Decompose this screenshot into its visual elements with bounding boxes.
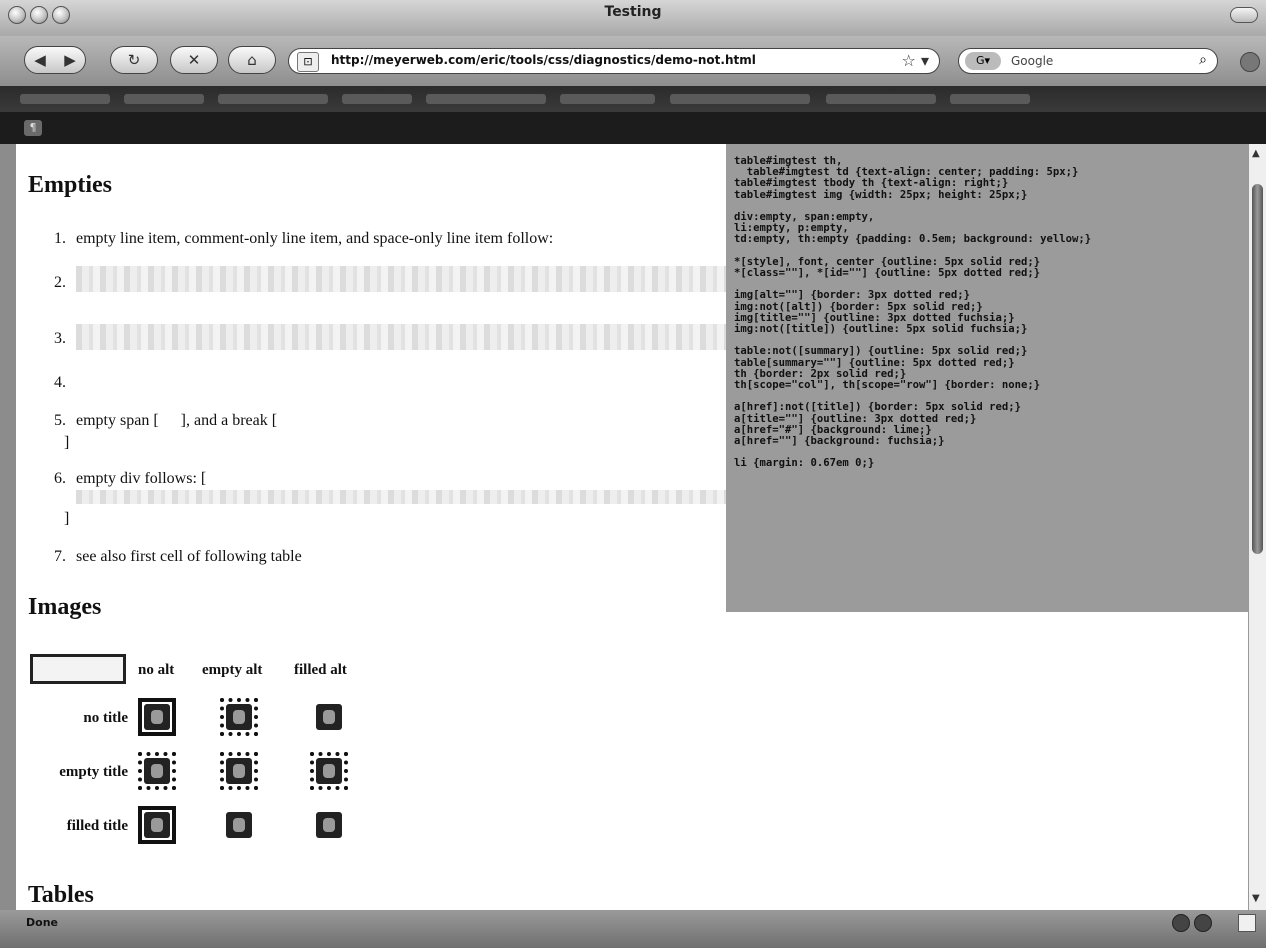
bookmark-item[interactable]	[124, 94, 204, 104]
empty-corner-cell	[30, 654, 126, 684]
image-icon	[144, 758, 170, 784]
list-number: 3.	[54, 330, 66, 347]
address-bar[interactable]: ⊡ http://meyerweb.com/eric/tools/css/dia…	[288, 48, 940, 74]
back-forward-group: ◀ ▶	[24, 46, 86, 74]
image-icon	[316, 704, 342, 730]
image-cell	[220, 698, 258, 736]
image-cell	[220, 806, 258, 844]
column-header: empty alt	[202, 662, 263, 678]
image-icon	[144, 704, 170, 730]
heading-empties: Empties	[28, 172, 112, 198]
css-source-code: table#imgtest th, table#imgtest td {text…	[734, 155, 1092, 470]
search-box[interactable]: G▾ Google ⌕	[958, 48, 1218, 74]
search-engine-icon[interactable]: G▾	[965, 52, 1001, 70]
addon-icon[interactable]	[1172, 914, 1190, 932]
list-text: empty span [ ], and a break [	[76, 412, 277, 430]
stop-icon: ✕	[187, 51, 201, 69]
scroll-thumb[interactable]	[1252, 184, 1263, 554]
image-cell	[310, 698, 348, 736]
status-bar: Done	[0, 910, 1266, 948]
image-cell	[138, 752, 176, 790]
navigation-toolbar: ◀ ▶ ↻ ✕ ⌂ ⊡ http://meyerweb.com/eric/too…	[0, 36, 1266, 86]
list-number: 4.	[54, 374, 66, 391]
list-number: 2.	[54, 274, 66, 291]
image-cell	[310, 806, 348, 844]
image-cell	[220, 752, 258, 790]
resize-grip[interactable]	[1238, 914, 1256, 932]
status-text: Done	[26, 916, 58, 929]
bookmark-item[interactable]	[670, 94, 810, 104]
bookmark-item[interactable]	[826, 94, 936, 104]
list-text: empty div follows: [	[76, 470, 207, 487]
bookmarks-bar	[0, 86, 1266, 112]
search-icon[interactable]: ⌕	[1199, 52, 1207, 68]
bookmark-item[interactable]	[950, 94, 1030, 104]
window-title: Testing	[604, 4, 662, 20]
empty-div	[76, 490, 726, 504]
bookmark-item[interactable]	[20, 94, 110, 104]
row-header: empty title	[59, 764, 128, 780]
empty-span-label: empty span [	[76, 412, 159, 429]
vertical-scrollbar[interactable]: ▲ ▼	[1248, 144, 1266, 910]
url-input[interactable]: http://meyerweb.com/eric/tools/css/diagn…	[331, 53, 756, 67]
column-header: no alt	[138, 662, 175, 678]
reload-button[interactable]: ↻	[110, 46, 158, 74]
bookmark-item[interactable]	[426, 94, 546, 104]
image-cell	[138, 806, 176, 844]
heading-tables: Tables	[28, 882, 94, 908]
empty-item-highlight	[76, 266, 726, 292]
activity-icon	[1240, 52, 1260, 72]
css-source-panel: table#imgtest th, table#imgtest td {text…	[726, 144, 1248, 612]
scroll-up-icon[interactable]: ▲	[1252, 148, 1260, 159]
home-button[interactable]: ⌂	[228, 46, 276, 74]
list-number: 6.	[54, 470, 66, 487]
scroll-down-icon[interactable]: ▼	[1252, 893, 1260, 904]
back-icon[interactable]: ◀	[25, 51, 55, 69]
search-input[interactable]: Google	[1011, 54, 1053, 68]
list-number: 5.	[54, 412, 66, 429]
image-icon	[226, 704, 252, 730]
image-cell	[310, 752, 348, 790]
bookmark-item[interactable]	[560, 94, 655, 104]
image-icon	[226, 758, 252, 784]
forward-icon[interactable]: ▶	[55, 51, 85, 69]
bookmark-star-icon[interactable]: ☆ ▾	[902, 51, 929, 70]
list-text: see also first cell of following table	[76, 548, 302, 565]
list-text: empty line item, comment-only line item,…	[76, 230, 554, 247]
column-header: filled alt	[294, 662, 347, 678]
site-favicon-icon[interactable]: ⊡	[297, 52, 319, 72]
image-icon	[316, 812, 342, 838]
developer-toolbar: ¶	[0, 112, 1266, 144]
break-label: ], and a break [	[180, 412, 278, 429]
bracket-close: ]	[64, 510, 70, 527]
image-icon	[316, 758, 342, 784]
reload-icon: ↻	[127, 51, 141, 69]
stop-button[interactable]: ✕	[170, 46, 218, 74]
bracket-close: ]	[64, 434, 70, 451]
bookmark-item[interactable]	[218, 94, 328, 104]
title-bar: Testing	[0, 0, 1266, 36]
image-icon	[144, 812, 170, 838]
bookmark-item[interactable]	[342, 94, 412, 104]
page-content: Empties 1. empty line item, comment-only…	[16, 144, 1248, 910]
list-number: 1.	[54, 230, 66, 247]
row-header: filled title	[66, 818, 128, 834]
heading-images: Images	[28, 594, 102, 620]
home-icon: ⌂	[247, 51, 257, 69]
security-icon[interactable]	[1194, 914, 1212, 932]
list-number: 7.	[54, 548, 66, 565]
row-header: no title	[83, 710, 128, 726]
pilcrow-icon[interactable]: ¶	[24, 120, 42, 136]
toolbar-toggle-button[interactable]	[1230, 7, 1258, 23]
image-cell	[138, 698, 176, 736]
image-icon	[226, 812, 252, 838]
empty-item-highlight	[76, 324, 726, 350]
